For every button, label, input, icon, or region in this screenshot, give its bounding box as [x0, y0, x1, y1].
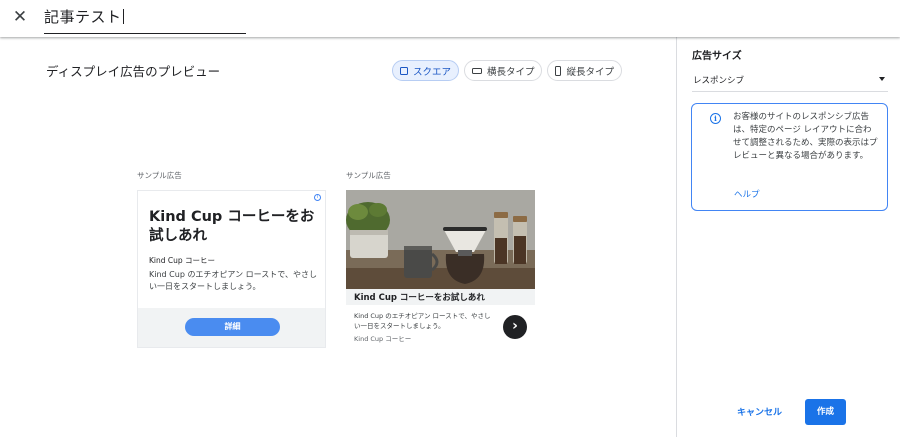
sample-ad-text[interactable]: i Kind Cup コーヒーをお試しあれ Kind Cup コーヒー Kind…	[137, 190, 326, 348]
info-notice: i お客様のサイトのレスポンシブ広告は、特定のページ レイアウトに合わせて調整さ…	[691, 103, 888, 211]
help-link[interactable]: ヘルプ	[734, 188, 760, 200]
ad2-headline-bar: Kind Cup コーヒーをお試しあれ	[346, 289, 535, 305]
ad2-brand: Kind Cup コーヒー	[354, 335, 412, 343]
ad1-footer: 詳細	[138, 308, 325, 347]
text-cursor	[122, 9, 124, 24]
info-icon: i	[710, 113, 721, 124]
dropdown-arrow-icon	[879, 77, 885, 81]
ad-size-select-value: レスポンシブ	[693, 76, 745, 86]
cancel-button[interactable]: キャンセル	[733, 400, 786, 426]
ad1-sample-label: サンプル広告	[137, 171, 182, 180]
tab-square-label: スクエア	[412, 66, 451, 78]
ad-choices-icon[interactable]: i	[314, 194, 321, 201]
preview-area: ディスプレイ広告のプレビュー スクエア 横長タイプ 縦長タイプ サンプル広告 i…	[0, 37, 676, 437]
ad2-headline: Kind Cup コーヒーをお試しあれ	[354, 293, 485, 303]
title-field[interactable]: 記事テスト	[44, 5, 246, 34]
tab-portrait[interactable]: 縦長タイプ	[547, 60, 622, 81]
chevron-right-icon[interactable]: ›	[503, 315, 527, 339]
square-icon	[399, 66, 408, 75]
ad-size-heading: 広告サイズ	[692, 51, 742, 62]
landscape-icon	[471, 67, 482, 74]
tab-square[interactable]: スクエア	[391, 60, 459, 81]
format-tabs: スクエア 横長タイプ 縦長タイプ	[391, 60, 622, 81]
ad1-headline: Kind Cup コーヒーをお試しあれ	[149, 209, 315, 244]
settings-panel: 広告サイズ レスポンシブ i お客様のサイトのレスポンシブ広告は、特定のページ …	[676, 37, 900, 437]
preview-title: ディスプレイ広告のプレビュー	[46, 64, 221, 79]
ad2-sample-label: サンプル広告	[346, 171, 391, 180]
portrait-icon	[555, 65, 562, 76]
coffee-photo	[346, 190, 535, 290]
close-icon[interactable]: ✕	[9, 6, 31, 28]
ad1-details-button[interactable]: 詳細	[185, 318, 280, 336]
tab-landscape-label: 横長タイプ	[486, 66, 535, 78]
info-text: お客様のサイトのレスポンシブ広告は、特定のページ レイアウトに合わせて調整される…	[733, 112, 878, 161]
ad1-brand: Kind Cup コーヒー	[149, 256, 216, 265]
title-input-value[interactable]: 記事テスト	[44, 8, 122, 26]
tab-portrait-label: 縦長タイプ	[566, 66, 614, 78]
ad-size-select[interactable]: レスポンシブ	[692, 67, 888, 92]
sample-ad-image[interactable]: Kind Cup コーヒーをお試しあれ Kind Cup のエチオピアン ロース…	[346, 190, 535, 348]
ad2-description: Kind Cup のエチオピアン ローストで、やさしい一日をスタートしましょう。	[354, 312, 491, 330]
ad1-description: Kind Cup のエチオピアン ローストで、やさしい一日をスタートしましょう。	[149, 270, 317, 291]
create-button[interactable]: 作成	[805, 399, 846, 425]
tab-landscape[interactable]: 横長タイプ	[463, 60, 543, 81]
top-bar: ✕ 記事テスト	[0, 0, 900, 37]
